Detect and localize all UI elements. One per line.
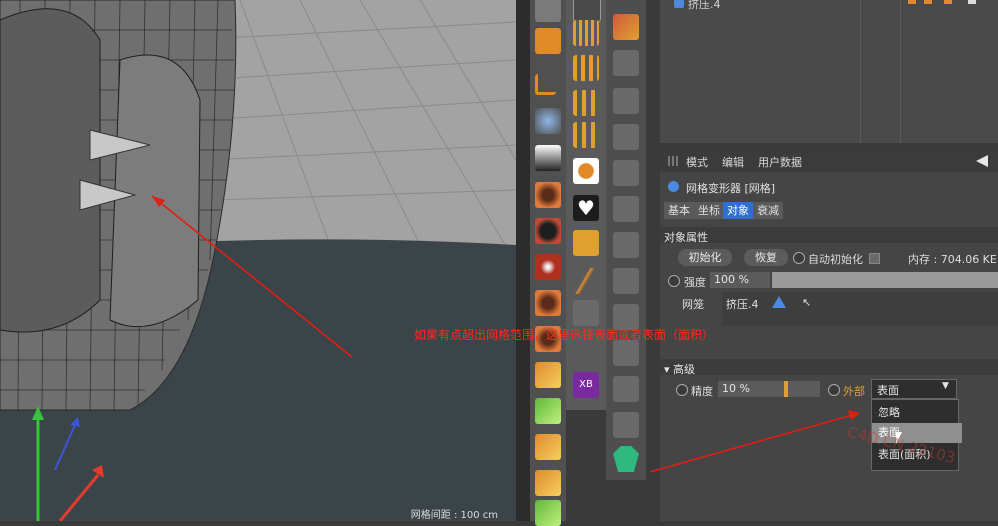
plane-green-icon[interactable] — [535, 398, 561, 424]
effector-icon[interactable] — [535, 182, 561, 208]
section-header-bg — [660, 227, 998, 243]
menu-user-data[interactable]: 用户数据 — [758, 154, 802, 170]
panel-divider — [646, 0, 660, 521]
strength-label: 强度 — [684, 276, 706, 289]
plane-green-2-icon[interactable] — [535, 500, 561, 526]
deformer-10-icon[interactable] — [613, 376, 639, 402]
cube-wire-icon[interactable] — [535, 0, 561, 22]
strength-field[interactable]: 100 % — [710, 272, 770, 288]
deformer-7-icon[interactable] — [613, 268, 639, 294]
om-column-divider-2 — [900, 0, 901, 143]
figures-3-icon[interactable] — [573, 122, 599, 148]
gear-badge-icon[interactable] — [573, 158, 599, 184]
tag-icon[interactable] — [908, 0, 916, 4]
cursor-icon: ↖ — [802, 296, 812, 309]
cube-icon[interactable] — [535, 28, 561, 54]
menu-edit[interactable]: 编辑 — [722, 154, 744, 170]
outer-select-value: 表面 — [877, 384, 899, 397]
crowd-icon[interactable] — [573, 20, 599, 46]
strength-radio[interactable] — [668, 275, 680, 287]
deformer-1-icon[interactable] — [613, 50, 639, 76]
mesh-deformer-object-icon — [668, 181, 679, 192]
mesh-deformer-icon[interactable] — [613, 446, 639, 472]
extrude-icon — [674, 0, 684, 8]
tool-palette-1 — [530, 0, 566, 526]
deformer-2-icon[interactable] — [613, 88, 639, 114]
plane-orange-3-icon[interactable] — [535, 470, 561, 496]
precision-field[interactable]: 10 % — [718, 381, 784, 397]
advanced-header-bg — [660, 359, 998, 375]
tool-palette-3 — [606, 0, 646, 480]
section-object-properties: 对象属性 — [664, 231, 708, 244]
mesh-object-icon — [772, 296, 786, 308]
object-header: 网格变形器 [网格] — [686, 182, 776, 195]
grip-icon — [668, 156, 678, 166]
grid-icon[interactable] — [573, 0, 601, 22]
deformer-5-icon[interactable] — [613, 196, 639, 222]
deformer-6-icon[interactable] — [613, 232, 639, 258]
deformer-9-icon[interactable] — [613, 340, 639, 366]
attribute-menubar: 模式 编辑 用户数据 — [660, 150, 998, 172]
xb-icon[interactable]: XB — [573, 372, 599, 398]
viewport-divider — [516, 0, 530, 521]
auto-init-radio[interactable] — [793, 252, 805, 264]
init-button[interactable]: 初始化 — [678, 249, 732, 266]
tag-4-icon[interactable] — [968, 0, 976, 4]
mesh-link-value: 挤压.4 — [726, 298, 759, 311]
menu-mode[interactable]: 模式 — [686, 154, 708, 170]
option-ignore[interactable]: 忽略 — [872, 403, 962, 423]
annotation-text: 如果有点超出网格范围，这里选择表面或者表面（面积） — [414, 328, 715, 342]
plane-orange-2-icon[interactable] — [535, 434, 561, 460]
object-manager: 挤压.4 — [660, 0, 998, 143]
outer-select[interactable]: 表面 ▼ — [871, 379, 957, 399]
restore-button[interactable]: 恢复 — [744, 249, 788, 266]
tab-basic[interactable]: 基本 — [664, 202, 694, 219]
precision-radio[interactable] — [676, 384, 688, 396]
mesh-label: 网笼 — [682, 298, 704, 311]
outer-radio[interactable] — [828, 384, 840, 396]
tag-3-icon[interactable] — [944, 0, 952, 4]
figures-2-icon[interactable] — [573, 90, 599, 116]
bomb-icon[interactable] — [613, 14, 639, 40]
section-advanced-label: 高级 — [673, 363, 696, 376]
grid-spacing-status: 网格间距 : 100 cm — [410, 510, 498, 521]
strength-slider-track[interactable] — [772, 272, 998, 288]
precision-slider-fill — [784, 381, 788, 397]
mesh-link-field[interactable]: 挤压.4 ↖ — [722, 292, 998, 326]
null-axis-icon[interactable] — [535, 74, 556, 95]
tab-coord[interactable]: 坐标 — [694, 202, 724, 219]
deformer-11-icon[interactable] — [613, 412, 639, 438]
back-arrow-icon[interactable] — [976, 155, 988, 167]
outer-label: 外部 — [843, 385, 865, 398]
section-advanced[interactable]: ▾ 高级 — [664, 361, 695, 377]
tag-2-icon[interactable] — [924, 0, 932, 4]
chevron-down-icon: ▼ — [942, 381, 949, 391]
auto-init-checkbox[interactable] — [869, 253, 880, 264]
precision-label: 精度 — [691, 385, 713, 398]
viewport-scene — [0, 0, 516, 521]
plane-orange-icon[interactable] — [535, 362, 561, 388]
3d-viewport[interactable]: 网格间距 : 100 cm — [0, 0, 516, 521]
effector-shader-icon[interactable] — [535, 290, 561, 316]
om-column-divider — [860, 0, 861, 143]
deformer-4-icon[interactable] — [613, 160, 639, 186]
shield-icon[interactable] — [573, 230, 599, 256]
auto-init-label: 自动初始化 — [808, 253, 863, 266]
heart-icon[interactable]: ♥ — [573, 195, 599, 221]
effector-target-icon[interactable] — [535, 254, 561, 280]
light-icon[interactable] — [535, 108, 561, 134]
disc-icon[interactable] — [573, 300, 599, 326]
tool-palette-2: ♥ XB — [566, 0, 606, 410]
pencil-icon[interactable] — [573, 268, 599, 294]
figures-icon[interactable] — [573, 55, 599, 81]
tab-falloff[interactable]: 衰减 — [753, 202, 783, 219]
tab-object[interactable]: 对象 — [723, 202, 753, 219]
gradient-icon[interactable] — [535, 145, 561, 171]
precision-slider[interactable] — [784, 381, 820, 397]
strength-slider-fill — [772, 272, 998, 288]
memory-label: 内存 : 704.06 KE — [908, 253, 997, 266]
object-item-label[interactable]: 挤压.4 — [688, 0, 721, 12]
effector-random-icon[interactable] — [535, 218, 561, 244]
deformer-3-icon[interactable] — [613, 124, 639, 150]
